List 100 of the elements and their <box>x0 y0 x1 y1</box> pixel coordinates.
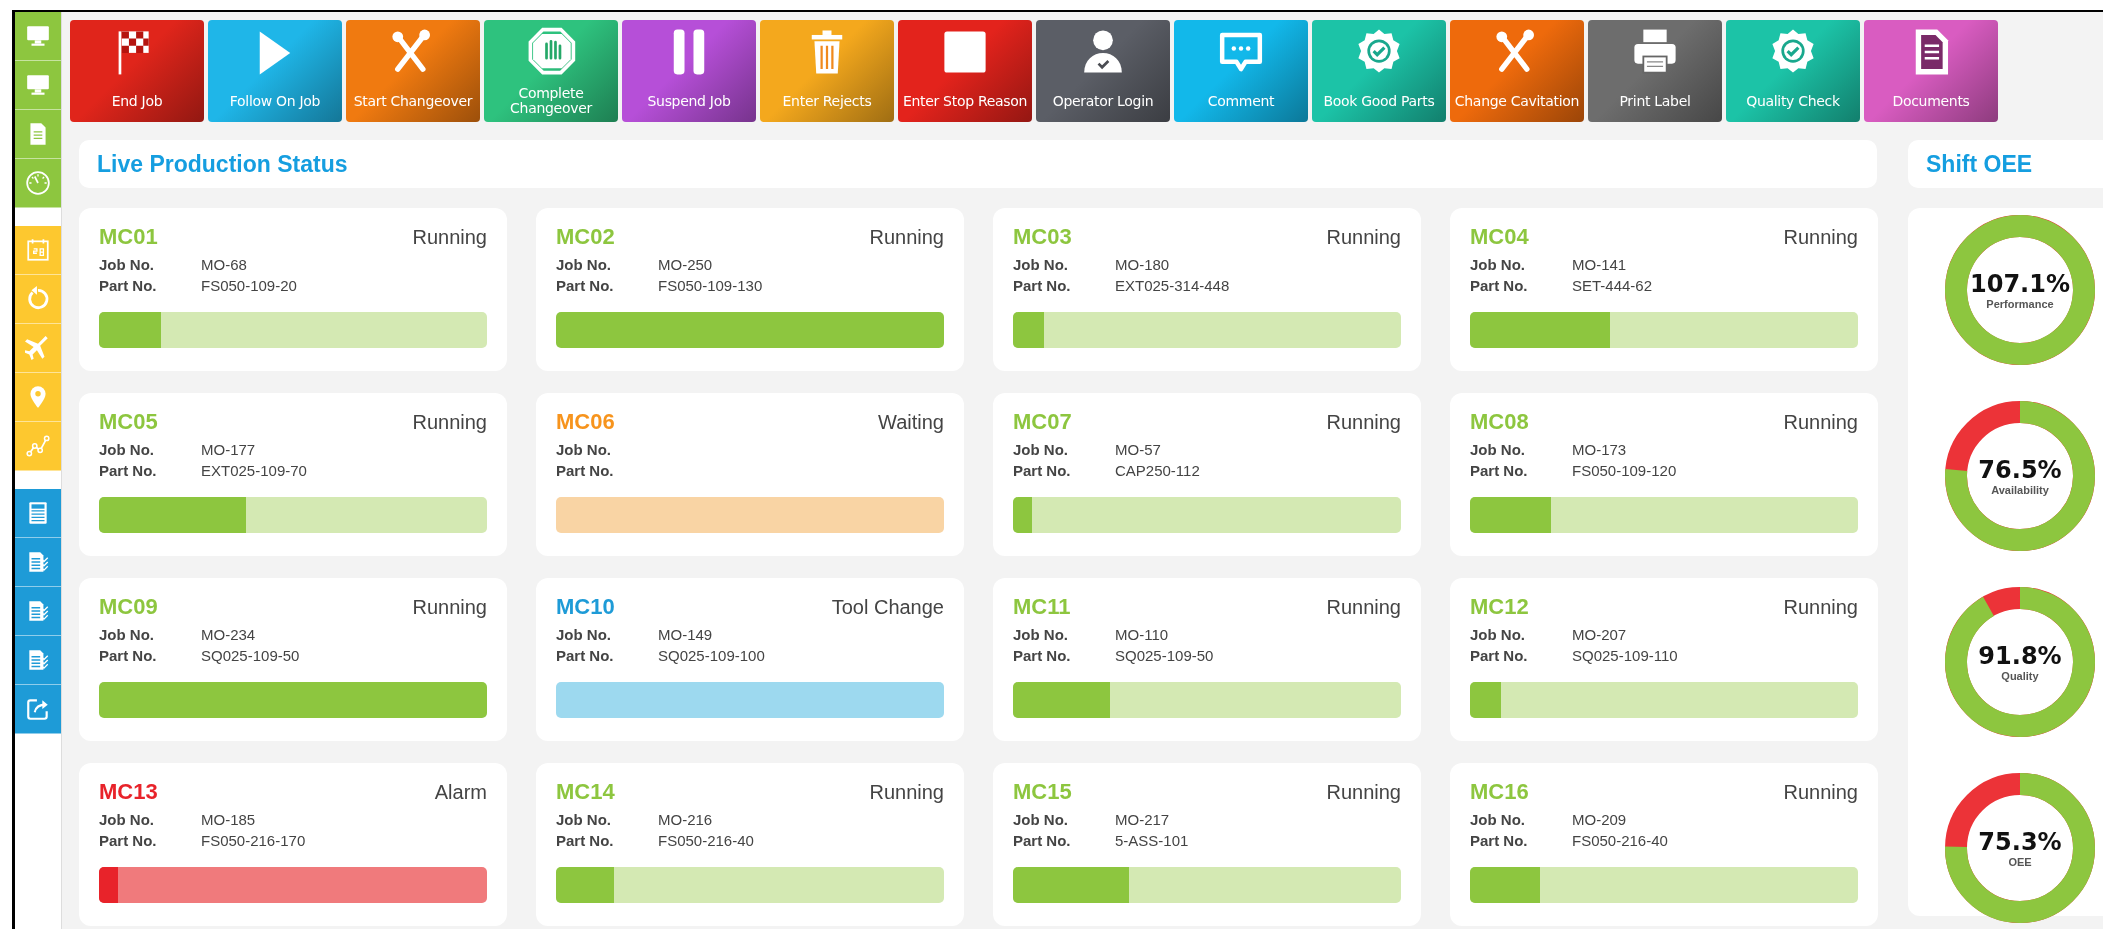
gauge-label: Availability <box>1991 484 2049 496</box>
field-label: Part No. <box>99 832 158 851</box>
sidebar-button[interactable] <box>15 422 61 471</box>
field-label: Part No. <box>99 462 158 481</box>
toolbar-button[interactable]: Enter Rejects <box>760 20 894 122</box>
machine-name: MC03 <box>1013 224 1072 250</box>
toolbar-button[interactable]: Change Cavitation <box>1450 20 1584 122</box>
job-number: MO-57 <box>1115 441 1162 460</box>
field-label: Part No. <box>1470 277 1529 296</box>
machine-name: MC08 <box>1470 409 1529 435</box>
toolbar-button[interactable]: Quality Check <box>1726 20 1860 122</box>
refresh-icon <box>25 286 51 312</box>
part-number: FS050-109-20 <box>201 277 298 296</box>
machine-status: Running <box>412 411 487 434</box>
job-number: MO-217 <box>1115 811 1171 830</box>
part-number: SQ025-109-100 <box>658 647 766 666</box>
sidebar-button[interactable] <box>15 587 61 636</box>
field-label: Job No. <box>99 256 155 275</box>
field-label: Job No. <box>99 626 155 645</box>
machine-name: MC10 <box>556 594 615 620</box>
toolbar-button[interactable]: Book Good Parts <box>1312 20 1446 122</box>
sidebar-button[interactable] <box>15 159 61 208</box>
sidebar-button[interactable] <box>15 12 61 61</box>
sidebar-button[interactable] <box>15 685 61 734</box>
part-number: FS050-109-130 <box>658 277 764 296</box>
machine-status: Running <box>1783 596 1858 619</box>
field-label: Job No. <box>99 811 155 830</box>
machine-status: Running <box>1783 226 1858 249</box>
sidebar-button[interactable] <box>15 324 61 373</box>
toolbar-button[interactable]: Follow On Job <box>208 20 342 122</box>
sidebar-button[interactable] <box>15 110 61 159</box>
field-label: Part No. <box>1470 832 1529 851</box>
sidebar-button[interactable] <box>15 373 61 422</box>
job-number: MO-207 <box>1572 626 1628 645</box>
machine-status: Running <box>412 596 487 619</box>
job-number: MO-185 <box>201 811 257 830</box>
machine-status: Running <box>869 226 944 249</box>
machine-status: Waiting <box>878 411 944 434</box>
part-number: 5-ASS-101 <box>1115 832 1190 851</box>
toolbar-button[interactable]: Operator Login <box>1036 20 1170 122</box>
sidebar-button[interactable] <box>15 538 61 587</box>
gauge-label: Quality <box>2001 670 2039 682</box>
sidebar-button[interactable] <box>15 489 61 538</box>
job-number: MO-180 <box>1115 256 1171 275</box>
field-label: Part No. <box>1013 647 1072 666</box>
machine-name: MC11 <box>1013 594 1071 620</box>
field-label: Part No. <box>99 647 158 666</box>
part-number: FS050-216-40 <box>1572 832 1669 851</box>
sidebar-button[interactable] <box>15 275 61 324</box>
field-label: Job No. <box>1470 441 1526 460</box>
toolbar-button[interactable]: Documents <box>1864 20 1998 122</box>
monitor-icon <box>25 72 51 98</box>
job-number: MO-234 <box>201 626 257 645</box>
field-label: Job No. <box>1013 811 1069 830</box>
section-title: Live Production Status <box>97 150 348 178</box>
machine-status: Running <box>1326 596 1401 619</box>
machine-name: MC15 <box>1013 779 1072 805</box>
field-label: Part No. <box>1013 277 1072 296</box>
machine-name: MC16 <box>1470 779 1529 805</box>
toolbar-button[interactable]: Start Changeover <box>346 20 480 122</box>
part-number: SQ025-109-50 <box>201 647 301 666</box>
monitor-icon <box>25 23 51 49</box>
line-chart-icon <box>25 433 51 459</box>
share-icon <box>25 696 51 722</box>
machine-name: MC01 <box>99 224 158 250</box>
toolbar-button[interactable]: Print Label <box>1588 20 1722 122</box>
sidebar-button[interactable] <box>15 61 61 110</box>
section-title: Shift OEE <box>1926 150 2033 178</box>
gauge-value: 75.3% <box>1978 828 2062 856</box>
gauge-icon <box>25 170 51 196</box>
machine-name: MC06 <box>556 409 615 435</box>
field-label: Part No. <box>556 277 615 296</box>
job-number: MO-141 <box>1572 256 1628 275</box>
gauge-label: Performance <box>1986 298 2054 310</box>
field-label: Job No. <box>1013 626 1069 645</box>
machine-status: Running <box>1326 781 1401 804</box>
field-label: Job No. <box>1470 256 1526 275</box>
part-number: CAP250-112 <box>1115 462 1201 481</box>
field-label: Job No. <box>99 441 155 460</box>
field-label: Part No. <box>1013 462 1072 481</box>
gauge-label: OEE <box>2008 856 2032 868</box>
field-label: Part No. <box>1470 647 1529 666</box>
part-number: EXT025-109-70 <box>201 462 308 481</box>
machine-status: Running <box>869 781 944 804</box>
sidebar-button[interactable] <box>15 636 61 685</box>
part-number: EXT025-314-448 <box>1115 277 1231 296</box>
toolbar-button[interactable]: End Job <box>70 20 204 122</box>
machine-name: MC04 <box>1470 224 1529 250</box>
machine-name: MC05 <box>99 409 158 435</box>
gauge-value: 91.8% <box>1978 642 2062 670</box>
toolbar-button[interactable]: Suspend Job <box>622 20 756 122</box>
sidebar-button[interactable] <box>15 226 61 275</box>
field-label: Part No. <box>556 462 615 481</box>
machine-status: Running <box>1783 411 1858 434</box>
toolbar-button[interactable]: Complete Changeover <box>484 20 618 122</box>
toolbar-button[interactable]: Enter Stop Reason <box>898 20 1032 122</box>
job-number: MO-177 <box>201 441 257 460</box>
field-label: Job No. <box>1013 441 1069 460</box>
gauge-value: 107.1% <box>1970 270 2070 298</box>
toolbar-button[interactable]: Comment <box>1174 20 1308 122</box>
